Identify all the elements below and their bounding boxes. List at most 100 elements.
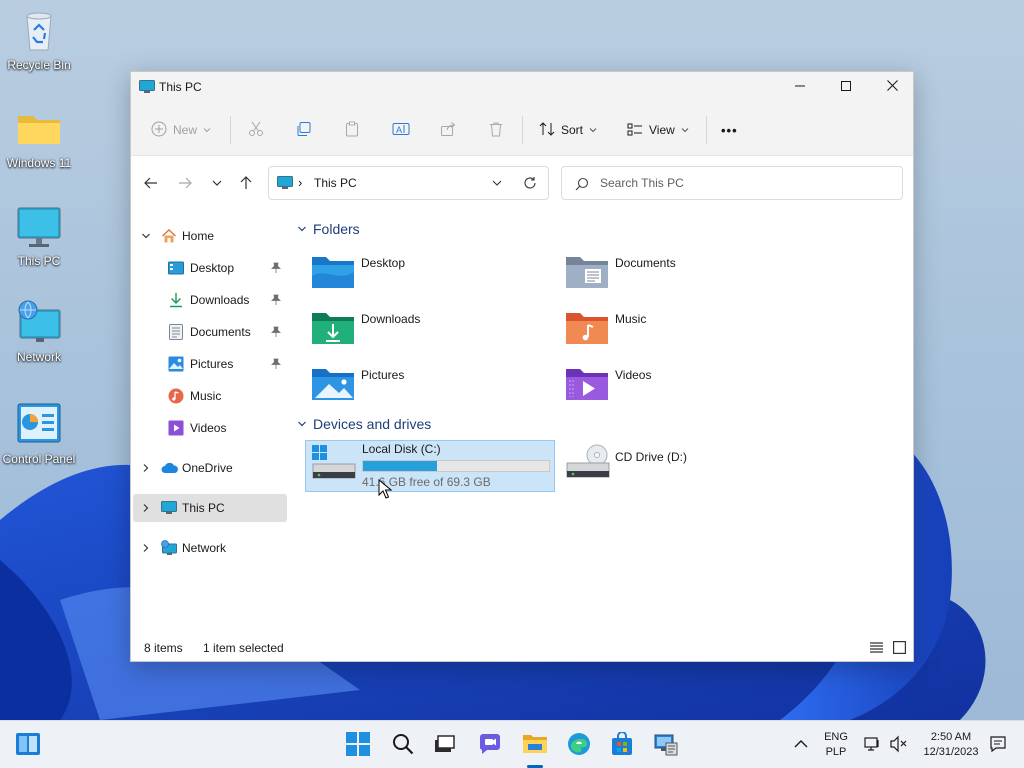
pin-icon[interactable] bbox=[271, 262, 281, 277]
selection-count: 1 item selected bbox=[203, 641, 284, 655]
scissors-icon bbox=[248, 121, 264, 140]
input-language-indicator[interactable]: ENG PLP bbox=[818, 730, 854, 760]
clock[interactable]: 2:50 AM 12/31/2023 bbox=[915, 730, 987, 760]
drive-tile-cd-drive-d[interactable]: CD Drive (D:) bbox=[561, 440, 811, 492]
up-button[interactable] bbox=[235, 173, 257, 195]
file-explorer-taskbar-button[interactable] bbox=[522, 732, 548, 758]
nav-label-documents: Documents bbox=[190, 325, 251, 339]
drives-section-header[interactable]: Devices and drives bbox=[297, 416, 431, 432]
desktop-icon-control-panel[interactable]: Control Panel bbox=[0, 402, 78, 466]
desktop-icon-recycle-bin[interactable]: Recycle Bin bbox=[0, 8, 78, 72]
chevron-down-icon bbox=[589, 123, 597, 137]
network-status-button[interactable] bbox=[860, 732, 886, 758]
trash-icon bbox=[488, 121, 504, 140]
task-view-button[interactable] bbox=[431, 732, 457, 758]
folder-tile-videos[interactable]: Videos bbox=[561, 362, 811, 414]
nav-item-pictures[interactable]: Pictures bbox=[133, 350, 287, 378]
edge-button[interactable] bbox=[566, 732, 592, 758]
forward-button[interactable] bbox=[174, 173, 196, 195]
desktop-icon-network[interactable]: Network bbox=[0, 300, 78, 364]
copy-button[interactable] bbox=[296, 116, 312, 144]
folder-tile-downloads[interactable]: Downloads bbox=[307, 306, 557, 358]
start-button[interactable] bbox=[345, 731, 371, 758]
chevron-down-icon[interactable] bbox=[141, 230, 151, 244]
search-input[interactable] bbox=[600, 174, 880, 192]
folders-section-header[interactable]: Folders bbox=[297, 221, 360, 237]
pin-icon[interactable] bbox=[271, 326, 281, 341]
delete-button[interactable] bbox=[488, 116, 504, 144]
status-bar: 8 items 1 item selected bbox=[131, 633, 913, 661]
nav-item-downloads[interactable]: Downloads bbox=[133, 286, 287, 314]
new-button[interactable]: New bbox=[151, 116, 211, 144]
recent-locations-button[interactable] bbox=[206, 173, 228, 195]
rename-button[interactable]: A bbox=[392, 116, 410, 144]
paste-button[interactable] bbox=[344, 116, 360, 144]
minimize-icon bbox=[795, 80, 805, 94]
share-button[interactable] bbox=[440, 116, 456, 144]
nav-item-network[interactable]: Network bbox=[133, 534, 287, 562]
nav-item-onedrive[interactable]: OneDrive bbox=[133, 454, 287, 482]
show-hidden-icons-button[interactable] bbox=[788, 732, 814, 758]
remote-desktop-button[interactable] bbox=[653, 732, 679, 758]
cut-button[interactable] bbox=[248, 116, 264, 144]
clock-time: 2:50 AM bbox=[930, 731, 972, 743]
videos-folder-icon bbox=[565, 366, 609, 405]
toolbar-divider bbox=[706, 116, 707, 144]
folder-tile-desktop[interactable]: Desktop bbox=[307, 250, 557, 302]
nav-item-videos[interactable]: Videos bbox=[133, 414, 287, 442]
chevron-right-icon[interactable] bbox=[141, 542, 151, 556]
nav-item-home[interactable]: Home bbox=[133, 222, 287, 250]
volume-button[interactable] bbox=[886, 732, 912, 758]
search-box[interactable] bbox=[561, 166, 903, 200]
search-taskbar-button[interactable] bbox=[390, 732, 416, 758]
notifications-button[interactable] bbox=[985, 732, 1011, 758]
music-icon bbox=[168, 388, 184, 407]
share-icon bbox=[440, 121, 456, 140]
task-view-icon bbox=[433, 734, 455, 757]
desktop-icon-this-pc[interactable]: This PC bbox=[0, 204, 78, 268]
address-history-chevron-icon[interactable] bbox=[491, 177, 503, 192]
folder-tile-music[interactable]: Music bbox=[561, 306, 811, 358]
drive-label-d: CD Drive (D:) bbox=[615, 450, 687, 464]
nav-item-this-pc[interactable]: This PC bbox=[133, 494, 287, 522]
chevron-right-icon[interactable] bbox=[141, 502, 151, 516]
chat-button[interactable] bbox=[477, 732, 503, 758]
address-bar[interactable]: › This PC bbox=[268, 166, 549, 200]
notification-icon bbox=[989, 735, 1007, 756]
search-icon bbox=[575, 177, 589, 194]
nav-label-network: Network bbox=[182, 541, 227, 555]
sort-button[interactable]: Sort bbox=[539, 116, 597, 144]
clipboard-icon bbox=[344, 121, 360, 140]
desktop-icon-label: Recycle Bin bbox=[7, 58, 71, 72]
widgets-button[interactable] bbox=[15, 732, 41, 758]
maximize-button[interactable] bbox=[823, 72, 869, 102]
arrow-up-icon bbox=[239, 175, 253, 193]
details-view-icon[interactable] bbox=[870, 641, 883, 657]
more-icon: ••• bbox=[721, 122, 738, 138]
desktop-folder-icon bbox=[311, 254, 355, 293]
view-button[interactable]: View bbox=[627, 116, 689, 144]
close-icon bbox=[886, 80, 898, 94]
store-button[interactable] bbox=[609, 730, 635, 758]
folder-tile-pictures[interactable]: Pictures bbox=[307, 362, 557, 414]
close-button[interactable] bbox=[869, 72, 915, 102]
back-button[interactable] bbox=[140, 173, 162, 195]
title-bar[interactable]: This PC bbox=[131, 72, 913, 102]
pin-icon[interactable] bbox=[271, 358, 281, 373]
folder-tile-documents[interactable]: Documents bbox=[561, 250, 811, 302]
nav-item-documents[interactable]: Documents bbox=[133, 318, 287, 346]
chevron-right-icon[interactable] bbox=[141, 462, 151, 476]
pin-icon[interactable] bbox=[271, 294, 281, 309]
this-pc-icon bbox=[161, 501, 177, 518]
more-options-button[interactable]: ••• bbox=[721, 116, 738, 144]
refresh-icon[interactable] bbox=[523, 176, 537, 193]
breadcrumb-this-pc[interactable]: This PC bbox=[314, 176, 357, 190]
drive-tile-local-disk-c[interactable]: Local Disk (C:) 41.6 GB free of 69.3 GB bbox=[305, 440, 555, 492]
minimize-button[interactable] bbox=[777, 72, 823, 102]
desktop-icon-windows11-folder[interactable]: Windows 11 bbox=[0, 106, 78, 170]
nav-item-desktop[interactable]: Desktop bbox=[133, 254, 287, 282]
view-label: View bbox=[649, 123, 675, 137]
nav-item-music[interactable]: Music bbox=[133, 382, 287, 410]
plus-icon bbox=[151, 121, 167, 140]
tiles-view-icon[interactable] bbox=[893, 641, 907, 657]
